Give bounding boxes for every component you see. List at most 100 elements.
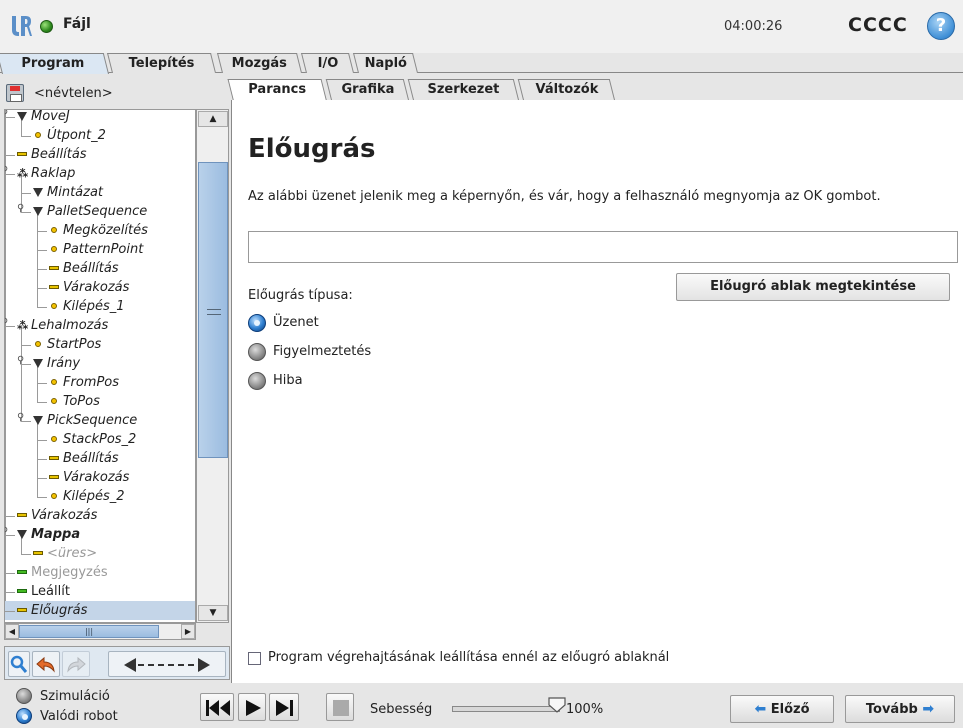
tree-node[interactable]: ⚲ PickSequence (5, 411, 195, 430)
expand-collapse-icon[interactable]: ⚲ (17, 413, 25, 423)
program-tree[interactable]: ⚲MoveJÚtpont_2Beállítás⚲⁂RaklapMintázat⚲… (4, 109, 196, 623)
horizontal-scrollbar-thumb[interactable]: ||| (19, 625, 159, 638)
popup-message-input[interactable] (248, 231, 958, 263)
tree-node[interactable]: PatternPoint (5, 240, 195, 259)
previous-label: Előző (770, 702, 810, 717)
tree-horizontal-scrollbar[interactable]: ◀ ||| ▶ (4, 623, 196, 640)
waypoint-icon (51, 246, 57, 252)
expand-collapse-icon[interactable]: ⚲ (5, 318, 9, 328)
tree-node[interactable]: Megjegyzés (5, 563, 195, 582)
help-icon[interactable]: ? (927, 12, 955, 40)
tree-node[interactable]: Mintázat (5, 183, 195, 202)
tab-mozgas[interactable]: Mozgás (217, 53, 302, 73)
tree-node[interactable]: Beállítás (5, 259, 195, 278)
move-command-icon (17, 530, 27, 539)
radio-unselected-icon[interactable] (248, 372, 266, 390)
tree-node[interactable]: Várakozás (5, 506, 195, 525)
tree-connector (37, 478, 47, 479)
radio-unselected-icon[interactable] (248, 343, 266, 361)
radio-label: Figyelmeztetés (273, 344, 372, 359)
tree-node[interactable]: ToPos (5, 392, 195, 411)
radio-selected-icon[interactable] (16, 708, 32, 724)
tree-connector (37, 231, 47, 232)
program-name: <névtelen> (34, 86, 113, 101)
tree-node[interactable]: Beállítás (5, 145, 195, 164)
radio-label: Hiba (273, 373, 303, 388)
rewind-button[interactable] (200, 693, 234, 721)
tab-parancs[interactable]: Parancs (227, 79, 327, 101)
tab-program[interactable]: Program (0, 53, 109, 74)
stop-icon (333, 700, 349, 716)
tree-connector (37, 497, 47, 498)
expand-collapse-icon[interactable]: ⚲ (17, 204, 25, 214)
stop-button[interactable] (326, 693, 354, 721)
universal-robots-logo-icon (12, 16, 32, 36)
radio-unselected-icon[interactable] (16, 688, 32, 704)
tree-node[interactable]: Kilépés_1 (5, 297, 195, 316)
move-node-arrows-icon[interactable] (108, 651, 226, 677)
tree-node[interactable]: ⚲ Irány (5, 354, 195, 373)
tree-node-label: Beállítás (63, 261, 119, 276)
tree-node[interactable]: ⚲ Mappa (5, 525, 195, 544)
tree-node-label: Beállítás (63, 451, 119, 466)
tree-node[interactable]: Várakozás (5, 468, 195, 487)
tree-node-label: Várakozás (63, 280, 130, 295)
previous-button[interactable]: ⬅ Előző (730, 695, 834, 723)
expand-collapse-icon[interactable]: ⚲ (5, 166, 9, 176)
tree-node[interactable]: ⚲ ⁂Lehalmozás (5, 316, 195, 335)
scroll-up-icon[interactable]: ▲ (198, 111, 228, 127)
speed-slider-fill (453, 707, 559, 711)
tab-telepites[interactable]: Telepítés (107, 53, 216, 73)
tree-node[interactable]: Várakozás (5, 278, 195, 297)
tab-valtozok[interactable]: Változók (517, 79, 615, 100)
undo-icon[interactable] (32, 651, 60, 677)
tab-szerkezet[interactable]: Szerkezet (407, 79, 519, 100)
tree-node-label: Kilépés_1 (63, 299, 125, 314)
save-icon[interactable] (6, 84, 24, 102)
scroll-left-icon[interactable]: ◀ (5, 624, 19, 639)
tree-node[interactable]: StartPos (5, 335, 195, 354)
expand-collapse-icon[interactable]: ⚲ (17, 356, 25, 366)
tree-node[interactable]: ⚲ ⁂Raklap (5, 164, 195, 183)
scroll-right-icon[interactable]: ▶ (181, 624, 195, 639)
stop-program-checkbox[interactable] (248, 652, 261, 665)
scrollbar-thumb[interactable] (198, 162, 228, 458)
radio-selected-icon[interactable] (248, 314, 266, 332)
expand-collapse-icon[interactable]: ⚲ (5, 527, 9, 537)
tree-node[interactable]: FromPos (5, 373, 195, 392)
search-icon[interactable] (8, 651, 30, 677)
speed-slider[interactable] (452, 706, 560, 712)
step-button[interactable] (269, 693, 299, 721)
tree-node[interactable]: Megközelítés (5, 221, 195, 240)
arrow-left-icon: ⬅ (754, 701, 767, 717)
scroll-down-icon[interactable]: ▼ (198, 605, 228, 621)
tree-connector (37, 440, 47, 441)
next-button[interactable]: Tovább ➡ (845, 695, 955, 723)
tree-node[interactable]: ⚲ MoveJ (5, 110, 195, 126)
tree-node[interactable]: ⚲ PalletSequence (5, 202, 195, 221)
speed-slider-handle-icon[interactable] (548, 697, 566, 713)
file-menu[interactable]: Fájl (63, 16, 91, 32)
tree-node[interactable]: Leállít (5, 582, 195, 601)
waypoint-icon (51, 493, 57, 499)
tree-node[interactable]: StackPos_2 (5, 430, 195, 449)
tree-connector (37, 250, 47, 251)
tab-grafika[interactable]: Grafika (325, 79, 409, 100)
tree-node[interactable]: Előugrás (5, 601, 195, 620)
waypoint-icon (35, 341, 41, 347)
redo-icon[interactable] (62, 651, 90, 677)
tree-node[interactable]: Útpont_2 (5, 126, 195, 145)
tree-node-label: Lehalmozás (31, 318, 109, 333)
tab-io[interactable]: I/O (301, 53, 354, 73)
pallet-icon: ⁂ (17, 319, 29, 332)
tree-vertical-scrollbar[interactable]: ▲ ▼ (196, 109, 229, 623)
tree-node[interactable]: Kilépés_2 (5, 487, 195, 506)
preview-popup-button[interactable]: Előugró ablak megtekintése (676, 273, 950, 301)
play-button[interactable] (238, 693, 266, 721)
expand-collapse-icon[interactable]: ⚲ (5, 110, 9, 119)
tree-node-label: FromPos (63, 375, 120, 390)
command-icon (17, 152, 27, 156)
tree-node[interactable]: <üres> (5, 544, 195, 563)
tab-naplo[interactable]: Napló (353, 53, 418, 73)
tree-node[interactable]: Beállítás (5, 449, 195, 468)
